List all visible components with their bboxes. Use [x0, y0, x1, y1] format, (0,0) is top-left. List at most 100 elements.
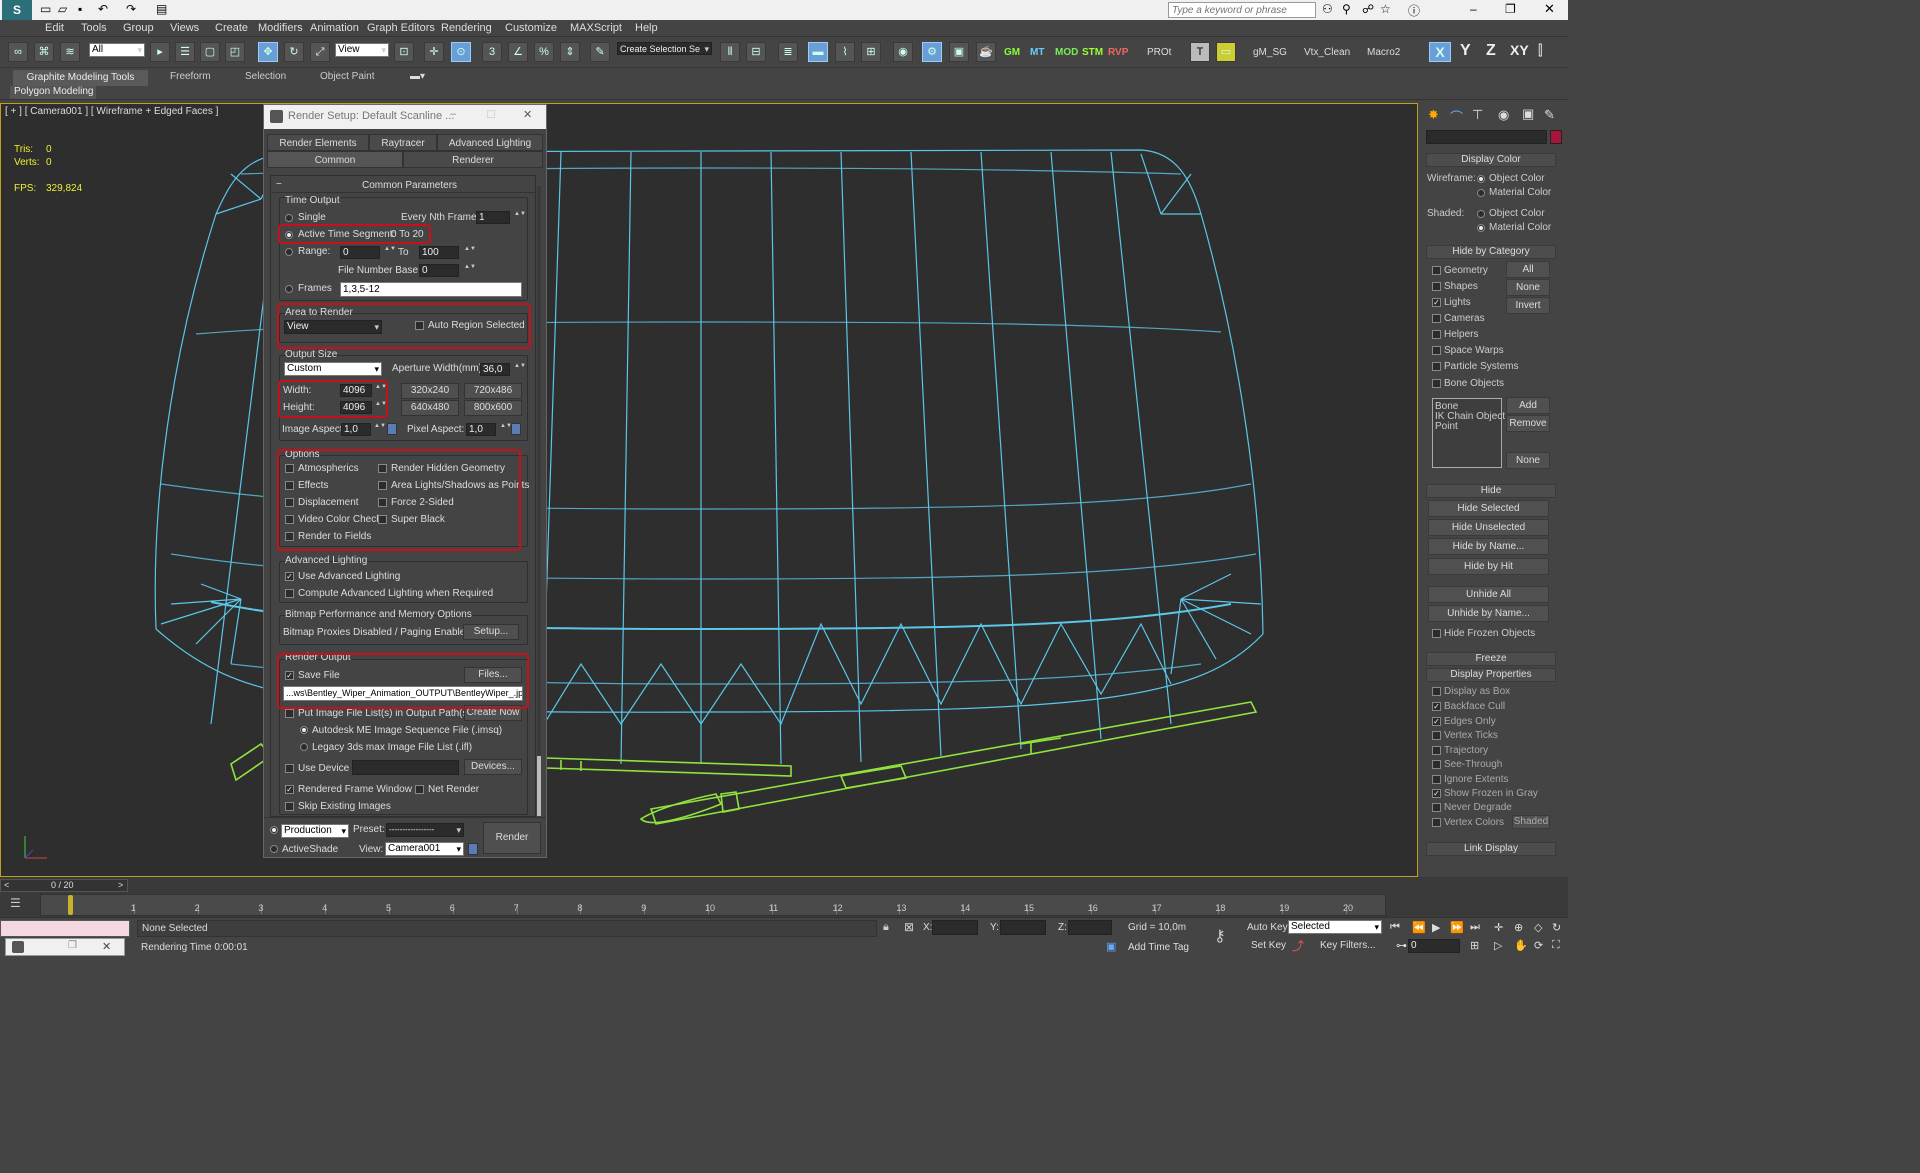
script-gm-sg[interactable]: gM_SG [1253, 47, 1287, 58]
bind-space-warp-icon[interactable]: ≋ [60, 42, 80, 62]
display-properties-rollout[interactable]: Display Properties [1426, 668, 1556, 682]
hide-by-name-button[interactable]: Hide by Name... [1428, 538, 1549, 555]
mirror-icon[interactable]: ⫴ [720, 42, 740, 62]
current-frame-marker[interactable] [68, 895, 73, 915]
taskbar-window[interactable]: ❐ ✕ [5, 938, 125, 956]
script-mod[interactable]: MOD [1055, 47, 1078, 58]
menu-rendering[interactable]: Rendering [441, 22, 492, 34]
taskbar-close-icon[interactable]: ✕ [102, 940, 111, 953]
new-file-icon[interactable]: ▭ [40, 2, 51, 16]
orbit-camera-icon[interactable]: ⟳ [1534, 939, 1543, 952]
hide-space-warps-checkbox[interactable] [1432, 346, 1441, 355]
hide-frozen-objects-checkbox[interactable] [1432, 629, 1441, 638]
curve-editor-icon[interactable]: ⌇ [835, 42, 855, 62]
zoom-icon[interactable]: ✛ [1494, 921, 1503, 934]
pixel-aspect-spinner[interactable]: ▲▼ [500, 423, 512, 436]
legacy-ifl-radio[interactable] [300, 743, 308, 751]
net-render-checkbox[interactable] [415, 785, 424, 794]
preset-640x480-button[interactable]: 640x480 [401, 400, 459, 416]
preset-320x240-button[interactable]: 320x240 [401, 383, 459, 399]
wireframe-material-color-radio[interactable] [1477, 189, 1485, 197]
go-to-end-icon[interactable]: ⏭ [1470, 921, 1480, 934]
ref-coord-dropdown[interactable]: View [335, 43, 389, 57]
ribbon-tab-object-paint[interactable]: Object Paint [320, 71, 374, 82]
edit-named-selection-icon[interactable]: ✎ [590, 42, 610, 62]
image-aspect-spinner[interactable]: ▲▼ [374, 423, 386, 436]
zoom-all-icon[interactable]: ⊕ [1514, 921, 1523, 934]
orbit-icon[interactable]: ↻ [1552, 921, 1561, 934]
ribbon-tab-freeform[interactable]: Freeform [170, 71, 211, 82]
ruler-tool-icon[interactable]: ▭ [1216, 42, 1236, 62]
menu-views[interactable]: Views [170, 22, 199, 34]
truck-icon[interactable]: ▷ [1494, 939, 1502, 952]
dialog-scrollbar[interactable] [537, 186, 541, 816]
ribbon-tab-graphite[interactable]: Graphite Modeling Tools [13, 70, 148, 86]
play-icon[interactable]: ▶ [1432, 921, 1440, 934]
next-frame-icon[interactable]: ⏩ [1450, 921, 1464, 934]
previous-frame-icon[interactable]: ⏪ [1412, 921, 1426, 934]
hide-cameras-checkbox[interactable] [1432, 314, 1441, 323]
display-as-box-checkbox[interactable] [1432, 687, 1441, 696]
hide-unselected-button[interactable]: Hide Unselected [1428, 519, 1549, 536]
preset-720x486-button[interactable]: 720x486 [464, 383, 522, 399]
close-icon[interactable]: ✕ [1544, 1, 1555, 17]
key-mode-icon[interactable]: ⊶ [1396, 939, 1407, 952]
fov-icon[interactable]: ◇ [1534, 921, 1542, 934]
menu-maxscript[interactable]: MAXScript [570, 22, 622, 34]
undo-icon[interactable]: ↶ [98, 2, 108, 16]
every-nth-spinner[interactable]: ▲▼ [514, 211, 526, 224]
put-image-file-list-checkbox[interactable] [285, 709, 294, 718]
selection-filter-dropdown[interactable]: All [89, 43, 145, 57]
favorites-icon[interactable]: ☆ [1380, 2, 1391, 16]
category-list[interactable]: Bone IK Chain Object Point [1432, 398, 1505, 468]
render-button[interactable]: Render [483, 822, 541, 854]
subscription-icon[interactable]: ⚲ [1342, 2, 1351, 16]
output-size-preset-dropdown[interactable]: Custom [284, 362, 382, 376]
modify-tab-icon[interactable]: ⌒ [1450, 107, 1463, 126]
category-list-item[interactable]: Point [1435, 421, 1458, 432]
current-frame-field[interactable]: 0 [1408, 939, 1460, 953]
tab-raytracer[interactable]: Raytracer [369, 134, 437, 151]
unhide-all-button[interactable]: Unhide All [1428, 586, 1549, 603]
curve-editor-mini-icon[interactable]: ☰ [10, 896, 21, 910]
x-coord-field[interactable] [932, 920, 978, 935]
range-radio[interactable] [285, 248, 293, 256]
frames-input[interactable]: 1,3,5-12 [340, 282, 522, 297]
menu-graph-editors[interactable]: Graph Editors [367, 22, 435, 34]
rotate-icon[interactable]: ↻ [284, 42, 304, 62]
dialog-title-bar[interactable]: Render Setup: Default Scanline ... – ☐ ✕ [264, 105, 546, 129]
render-setup-icon[interactable]: ⚙ [922, 42, 942, 62]
shaded-material-color-radio[interactable] [1477, 224, 1485, 232]
add-time-tag-text[interactable]: Add Time Tag [1128, 942, 1189, 953]
window-crossing-icon[interactable]: ◰ [225, 42, 245, 62]
rendered-frame-window-icon[interactable]: ▣ [949, 42, 969, 62]
shaded-object-color-radio[interactable] [1477, 210, 1485, 218]
absolute-mode-icon[interactable]: ⊠ [904, 920, 914, 934]
frames-radio[interactable] [285, 285, 293, 293]
hide-by-hit-button[interactable]: Hide by Hit [1428, 558, 1549, 575]
maximize-viewport-icon[interactable]: ⛶ [1552, 939, 1560, 952]
axis-xy-button[interactable]: XY [1510, 42, 1529, 58]
axis-y-button[interactable]: Y [1460, 42, 1471, 60]
script-macro2[interactable]: Macro2 [1367, 47, 1400, 58]
maxscript-listener-mini[interactable] [0, 920, 130, 937]
dialog-maximize-icon[interactable]: ☐ [486, 108, 496, 121]
hide-bone-objects-checkbox[interactable] [1432, 379, 1441, 388]
rect-selection-icon[interactable]: ▢ [200, 42, 220, 62]
trajectory-checkbox[interactable] [1432, 746, 1441, 755]
go-to-start-icon[interactable]: ⏮ [1390, 921, 1400, 934]
axis-x-button[interactable]: X [1429, 42, 1451, 62]
display-color-rollout[interactable]: Display Color [1426, 153, 1556, 167]
time-slider[interactable]: < 0 / 20 > [0, 879, 128, 892]
hide-by-category-rollout[interactable]: Hide by Category [1426, 245, 1556, 259]
pan-icon[interactable]: ✋ [1514, 939, 1528, 952]
spinner-snap-icon[interactable]: ⇕ [560, 42, 580, 62]
view-dropdown[interactable]: Camera001 [385, 842, 464, 856]
pixel-aspect-lock-icon[interactable] [511, 423, 521, 435]
menu-create[interactable]: Create [215, 22, 248, 34]
menu-help[interactable]: Help [635, 22, 658, 34]
hide-category-all-button[interactable]: All [1506, 261, 1550, 278]
schematic-view-icon[interactable]: ⊞ [861, 42, 881, 62]
axis-z-button[interactable]: Z [1486, 42, 1496, 60]
production-radio[interactable] [270, 826, 278, 834]
